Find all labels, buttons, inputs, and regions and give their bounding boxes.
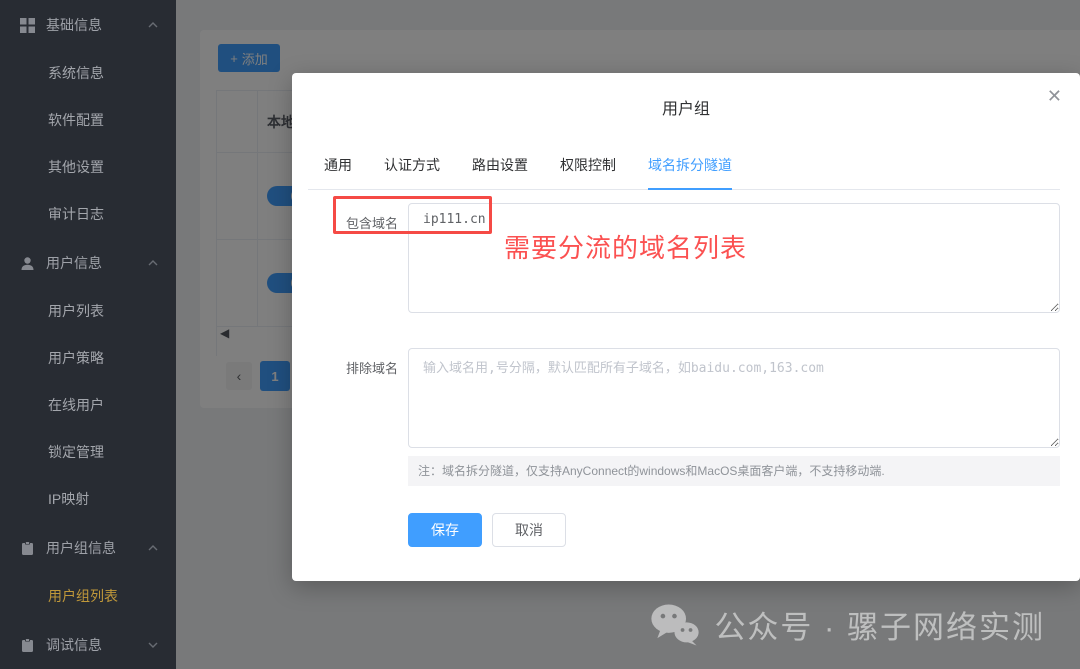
cancel-button[interactable]: 取消 xyxy=(492,513,566,547)
include-domain-label: 包含域名 xyxy=(292,203,398,232)
sidebar-group-basic-info[interactable]: 基础信息 xyxy=(0,0,176,50)
sidebar-item-software-config[interactable]: 软件配置 xyxy=(0,97,176,144)
sidebar-item-system-info[interactable]: 系统信息 xyxy=(0,50,176,97)
dialog-header: 用户组 ✕ xyxy=(292,73,1080,119)
clipboard-icon xyxy=(20,541,35,556)
sidebar-item-online-users[interactable]: 在线用户 xyxy=(0,382,176,429)
watermark-label: 公众号 · 骡子网络实测 xyxy=(714,602,1045,647)
exclude-domain-textarea[interactable] xyxy=(408,348,1060,448)
sidebar-item-ip-mapping[interactable]: IP映射 xyxy=(0,476,176,523)
sidebar-item-usergroup-list[interactable]: 用户组列表 xyxy=(0,573,176,620)
tab-permission-control[interactable]: 权限控制 xyxy=(560,145,616,189)
chevron-up-icon xyxy=(148,20,158,30)
split-tunnel-form: 包含域名 ip111.cn 排除域名 xyxy=(292,203,1080,453)
split-tunnel-note: 注：域名拆分隧道，仅支持AnyConnect的windows和MacOS桌面客户… xyxy=(408,456,1060,486)
sidebar-group-usergroup-info[interactable]: 用户组信息 xyxy=(0,523,176,573)
save-button[interactable]: 保存 xyxy=(408,513,482,547)
tab-route-settings[interactable]: 路由设置 xyxy=(472,145,528,189)
user-icon xyxy=(20,256,35,271)
wechat-icon xyxy=(650,604,700,646)
sidebar-group-label: 基础信息 xyxy=(46,15,102,35)
sidebar-item-user-policy[interactable]: 用户策略 xyxy=(0,335,176,382)
grid-icon xyxy=(20,18,35,33)
close-icon[interactable]: ✕ xyxy=(1047,87,1062,105)
usergroup-dialog: 用户组 ✕ 通用 认证方式 路由设置 权限控制 域名拆分隧道 包含域名 ip11… xyxy=(292,73,1080,581)
exclude-domain-row: 排除域名 xyxy=(292,348,1080,453)
include-domain-row: 包含域名 ip111.cn xyxy=(292,203,1080,318)
tab-general[interactable]: 通用 xyxy=(324,145,352,189)
sidebar-item-user-list[interactable]: 用户列表 xyxy=(0,288,176,335)
dialog-tabs: 通用 认证方式 路由设置 权限控制 域名拆分隧道 xyxy=(308,145,1060,190)
sidebar-item-lock-management[interactable]: 锁定管理 xyxy=(0,429,176,476)
tab-auth-method[interactable]: 认证方式 xyxy=(384,145,440,189)
exclude-domain-label: 排除域名 xyxy=(292,348,398,377)
tab-domain-split-tunnel[interactable]: 域名拆分隧道 xyxy=(648,145,732,190)
include-domain-textarea[interactable]: ip111.cn xyxy=(408,203,1060,313)
dialog-title: 用户组 xyxy=(292,95,1080,119)
sidebar: 基础信息 系统信息 软件配置 其他设置 审计日志 用户信息 用户列表 用户策略 … xyxy=(0,0,176,669)
sidebar-item-audit-log[interactable]: 审计日志 xyxy=(0,191,176,238)
sidebar-group-debug-info[interactable]: 调试信息 xyxy=(0,620,176,669)
chevron-down-icon xyxy=(148,640,158,650)
chevron-up-icon xyxy=(148,258,158,268)
clipboard-icon xyxy=(20,638,35,653)
dialog-actions: 保存 取消 xyxy=(408,513,1060,547)
sidebar-group-user-info[interactable]: 用户信息 xyxy=(0,238,176,288)
sidebar-group-label: 用户组信息 xyxy=(46,538,116,558)
watermark: 公众号 · 骡子网络实测 xyxy=(650,602,1045,647)
sidebar-group-label: 调试信息 xyxy=(46,635,102,655)
sidebar-group-label: 用户信息 xyxy=(46,253,102,273)
sidebar-item-other-settings[interactable]: 其他设置 xyxy=(0,144,176,191)
chevron-up-icon xyxy=(148,543,158,553)
